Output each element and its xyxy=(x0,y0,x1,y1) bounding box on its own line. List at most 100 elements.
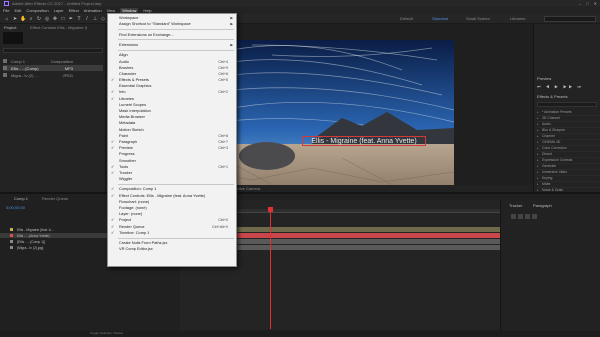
menu-item-label: Wiggler xyxy=(119,176,133,182)
selection-tool-icon[interactable]: ➤ xyxy=(12,16,18,22)
timeline-layer[interactable]: [Migra...Iv (2).jpg]Normal xyxy=(0,245,149,250)
tracker-tab[interactable]: Tracker xyxy=(509,203,522,208)
window-menu-item[interactable]: Find Extensions on Exchange... xyxy=(108,32,236,38)
right-panel-stack: Preview ⏮ ◀ ▶ ▶▶ ⏭ Effects & Presets * A… xyxy=(533,24,600,206)
menu-effect[interactable]: Effect xyxy=(69,8,79,13)
current-time-display[interactable]: 0;00;00;00 xyxy=(6,205,36,210)
workspace-tab[interactable]: Libraries xyxy=(510,16,525,21)
rotate-tool-icon[interactable]: ↻ xyxy=(36,16,42,22)
zoom-tool-icon[interactable]: ⌕ xyxy=(28,16,34,22)
menu-item-label: Preview xyxy=(119,145,133,151)
shape-tool-icon[interactable]: □ xyxy=(60,16,66,22)
pen-tool-icon[interactable]: ✒ xyxy=(68,16,74,22)
window-menu-item[interactable]: VR Comp Editor.jsx xyxy=(108,246,236,252)
hand-tool-icon[interactable]: ✋ xyxy=(20,16,26,22)
workspace-tab-active[interactable]: Standard xyxy=(432,16,448,21)
timeline-layer[interactable]: [Ellis - ...(Comp 1)]Normal xyxy=(0,239,149,244)
project-search-input[interactable] xyxy=(3,48,103,53)
project-thumbnail xyxy=(3,32,23,44)
menu-item-label: Effect Controls: Ellis - Migraine (feat.… xyxy=(119,192,206,198)
maximize-icon[interactable]: □ xyxy=(586,1,588,6)
menu-layer[interactable]: Layer xyxy=(54,8,64,13)
menu-item-label: Lumetri Scopes xyxy=(119,101,147,107)
label-color-swatch[interactable] xyxy=(3,66,7,70)
timeline-tab-comp[interactable]: Comp 1 xyxy=(14,196,28,201)
window-menu-item[interactable]: Wiggler xyxy=(108,176,236,182)
menu-file[interactable]: File xyxy=(3,8,9,13)
menu-separator xyxy=(118,237,234,239)
timeline-footer[interactable]: Toggle Switches / Modes xyxy=(0,331,600,337)
eraser-tool-icon[interactable]: ◇ xyxy=(100,16,106,22)
current-time-indicator-head[interactable] xyxy=(268,207,273,212)
window-menu-item[interactable]: Extensions ▶ xyxy=(108,42,236,48)
workspace-tab[interactable]: Small Screen xyxy=(466,16,490,21)
menu-item-label: Paragraph xyxy=(119,138,138,144)
menu-animation[interactable]: Animation xyxy=(84,8,102,13)
window-menu-item[interactable]: ✓ Timeline: Comp 1 xyxy=(108,230,236,236)
menu-item-label: Metadata xyxy=(119,120,136,126)
menu-item-label: Audio xyxy=(119,58,129,64)
menu-item-label: Workspace xyxy=(119,15,139,20)
project-item[interactable]: Comp 1 Composition xyxy=(3,58,103,64)
menu-item-label: Assign Shortcut to "Standard" Workspace xyxy=(119,21,191,27)
menu-item-label: Timeline: Comp 1 xyxy=(119,229,150,235)
pan-behind-tool-icon[interactable]: ✥ xyxy=(52,16,58,22)
menu-item-label: Render Queue xyxy=(119,223,145,229)
menu-item-label: Info xyxy=(119,89,126,95)
paragraph-align-buttons[interactable] xyxy=(511,214,545,220)
close-icon[interactable]: ✕ xyxy=(594,1,597,6)
tracker-paragraph-panel: Tracker Paragraph xyxy=(500,200,600,337)
menu-bar: File Edit Composition Layer Effect Animation V… xyxy=(0,7,600,14)
preview-controls[interactable]: ⏮ ◀ ▶ ▶▶ ⏭ xyxy=(537,84,583,89)
type-tool-icon[interactable]: T xyxy=(76,16,82,22)
menu-composition[interactable]: Composition xyxy=(26,8,48,13)
layer-label-color[interactable] xyxy=(10,240,13,243)
project-item[interactable]: Migra...Iv (2) ... JPEG xyxy=(3,72,103,78)
layer-label-color[interactable] xyxy=(10,234,13,237)
layer-label-color[interactable] xyxy=(10,246,13,249)
after-effects-logo-icon xyxy=(4,1,9,6)
menu-item-label: Character xyxy=(119,70,137,76)
project-item[interactable]: Ellis - ...(Comp) MP3 xyxy=(3,65,103,71)
minimize-icon[interactable]: – xyxy=(579,1,581,6)
effects-search-input[interactable] xyxy=(537,102,597,107)
title-text-layer[interactable]: Ellis - Migraine (feat. Anna Yvette) xyxy=(302,136,426,146)
menu-item-label: Layer: (none) xyxy=(119,211,143,217)
label-color-swatch[interactable] xyxy=(3,73,7,77)
checkmark-icon: ✓ xyxy=(111,229,115,235)
menu-item-label: Project xyxy=(119,217,132,223)
effect-controls-tab[interactable]: Effect Controls Ellis - Migraine (f xyxy=(30,25,87,30)
menu-item-label: Flowchart: (none) xyxy=(119,198,150,204)
timeline-layer[interactable]: Ellis - ...(Anna Yvette)Normal xyxy=(0,233,149,238)
workspace-tab[interactable]: Default xyxy=(400,16,413,21)
menu-item-label: Find Extensions on Exchange... xyxy=(119,31,174,37)
menu-edit[interactable]: Edit xyxy=(14,8,21,13)
active-camera-select[interactable]: Active Camera xyxy=(234,186,260,191)
project-tab[interactable]: Project xyxy=(4,25,16,30)
label-color-swatch[interactable] xyxy=(3,59,7,63)
tools-panel: ⌂ ➤ ✋ ⌕ ↻ ◎ ✥ □ ✒ T / ⊥ ◇ Default Standa… xyxy=(0,14,600,24)
current-time-indicator[interactable] xyxy=(270,209,271,329)
search-help-input[interactable] xyxy=(544,16,596,22)
menu-item-label: Brushes xyxy=(119,64,134,70)
project-item-type: MP3 xyxy=(64,65,73,71)
render-queue-tab[interactable]: Render Queue xyxy=(42,196,68,201)
project-panel: Project Effect Controls Ellis - Migraine… xyxy=(0,24,106,192)
window-menu-item[interactable]: Assign Shortcut to "Standard" Workspace ▶ xyxy=(108,21,236,27)
menu-item-label: Extensions xyxy=(119,41,139,47)
timeline-layer[interactable]: Ellis - Migraine (feat. A...Normal xyxy=(0,227,149,232)
preview-panel-title: Preview xyxy=(537,76,552,81)
home-icon[interactable]: ⌂ xyxy=(4,16,10,22)
clone-stamp-tool-icon[interactable]: ⊥ xyxy=(92,16,98,22)
paragraph-tab[interactable]: Paragraph xyxy=(533,203,552,208)
brush-tool-icon[interactable]: / xyxy=(84,16,90,22)
menu-item-label: Composition: Comp 1 xyxy=(119,186,157,192)
layer-label-color[interactable] xyxy=(10,228,13,231)
menu-item-label: Tools xyxy=(119,163,129,169)
effects-presets-panel-title: Effects & Presets xyxy=(537,94,568,99)
camera-tool-icon[interactable]: ◎ xyxy=(44,16,50,22)
menu-item-label: Paint xyxy=(119,132,128,138)
project-item-name: Comp 1 xyxy=(11,58,26,64)
project-item-type: JPEG xyxy=(62,72,73,78)
project-item-name: Migra...Iv (2) ... xyxy=(11,72,38,78)
